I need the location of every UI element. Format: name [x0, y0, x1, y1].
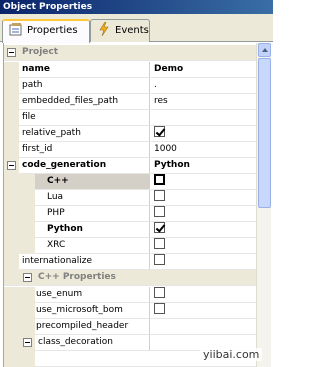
property-value[interactable]: res: [150, 94, 256, 109]
category-project[interactable]: Project: [4, 45, 256, 61]
internationalize-checkbox[interactable]: [154, 254, 165, 265]
property-row-code-generation[interactable]: code_generation Python: [4, 158, 256, 174]
property-row-php[interactable]: PHP: [4, 206, 256, 222]
property-name: embedded_files_path: [19, 94, 150, 109]
property-name: path: [19, 78, 150, 93]
lua-checkbox[interactable]: [154, 190, 165, 201]
property-row-cpp[interactable]: C++: [4, 174, 256, 190]
property-value[interactable]: Python: [150, 158, 256, 173]
tab-properties[interactable]: Properties: [2, 19, 90, 43]
cpp-checkbox[interactable]: [154, 174, 165, 185]
property-name: XRC: [35, 238, 150, 253]
property-row-precompiled-header[interactable]: precompiled_header: [4, 319, 256, 335]
property-name: Lua: [35, 190, 150, 205]
property-name: use_enum: [19, 287, 150, 302]
watermark: yiibai.com: [200, 348, 263, 361]
xrc-checkbox[interactable]: [154, 238, 165, 249]
category-cpp-properties[interactable]: C++ Properties: [4, 270, 256, 286]
arrow-up-icon: [262, 48, 268, 52]
use-microsoft-bom-checkbox[interactable]: [154, 303, 165, 314]
python-checkbox[interactable]: [154, 222, 165, 233]
property-name: relative_path: [19, 126, 150, 141]
property-row-path[interactable]: path .: [4, 78, 256, 94]
properties-icon: [9, 22, 23, 36]
property-name: name: [19, 62, 150, 77]
property-row-python[interactable]: Python: [4, 222, 256, 238]
property-row-xrc[interactable]: XRC: [4, 238, 256, 254]
collapse-toggle-icon[interactable]: [23, 273, 32, 282]
property-row-use-microsoft-bom[interactable]: use_microsoft_bom: [4, 303, 256, 319]
property-value[interactable]: 1000: [150, 142, 256, 157]
property-name: file: [19, 110, 150, 125]
property-row-relative-path[interactable]: relative_path: [4, 126, 256, 142]
property-value[interactable]: Demo: [150, 62, 256, 77]
tab-properties-label: Properties: [27, 25, 78, 36]
property-row-embedded-files-path[interactable]: embedded_files_path res: [4, 94, 256, 110]
scroll-thumb[interactable]: [258, 58, 271, 208]
category-label: Project: [22, 47, 59, 57]
tab-events-label: Events: [115, 25, 149, 36]
property-row-use-enum[interactable]: use_enum: [4, 287, 256, 303]
property-name: precompiled_header: [19, 319, 150, 334]
relative-path-checkbox[interactable]: [154, 126, 165, 137]
property-name: use_microsoft_bom: [19, 303, 150, 318]
category-label: C++ Properties: [38, 272, 116, 282]
property-row-file[interactable]: file: [4, 110, 256, 126]
tab-strip: Properties Events: [0, 14, 273, 43]
property-name: first_id: [19, 142, 150, 157]
property-name: PHP: [35, 206, 150, 221]
property-row-lua[interactable]: Lua: [4, 190, 256, 206]
collapse-toggle-icon[interactable]: [7, 161, 16, 170]
scroll-up-button[interactable]: [258, 43, 271, 57]
collapse-toggle-icon[interactable]: [23, 338, 32, 347]
property-grid: Project name Demo path . embedded_files_…: [3, 43, 256, 367]
property-name: Python: [35, 222, 150, 237]
use-enum-checkbox[interactable]: [154, 287, 165, 298]
window-title: Object Properties: [0, 0, 273, 14]
lightning-icon: [97, 21, 111, 37]
tab-events[interactable]: Events: [90, 19, 150, 42]
property-row-first-id[interactable]: first_id 1000: [4, 142, 256, 158]
collapse-toggle-icon[interactable]: [7, 48, 16, 57]
property-value[interactable]: .: [150, 78, 256, 93]
property-name: class_decoration: [35, 335, 150, 350]
property-name: C++: [35, 174, 150, 189]
php-checkbox[interactable]: [154, 206, 165, 217]
property-row-name[interactable]: name Demo: [4, 62, 256, 78]
vertical-scrollbar[interactable]: [256, 43, 271, 367]
property-name: code_generation: [19, 158, 150, 173]
property-value[interactable]: [150, 110, 256, 125]
property-row-internationalize[interactable]: internationalize: [4, 254, 256, 270]
property-name: internationalize: [19, 254, 150, 269]
property-value[interactable]: [150, 319, 256, 334]
